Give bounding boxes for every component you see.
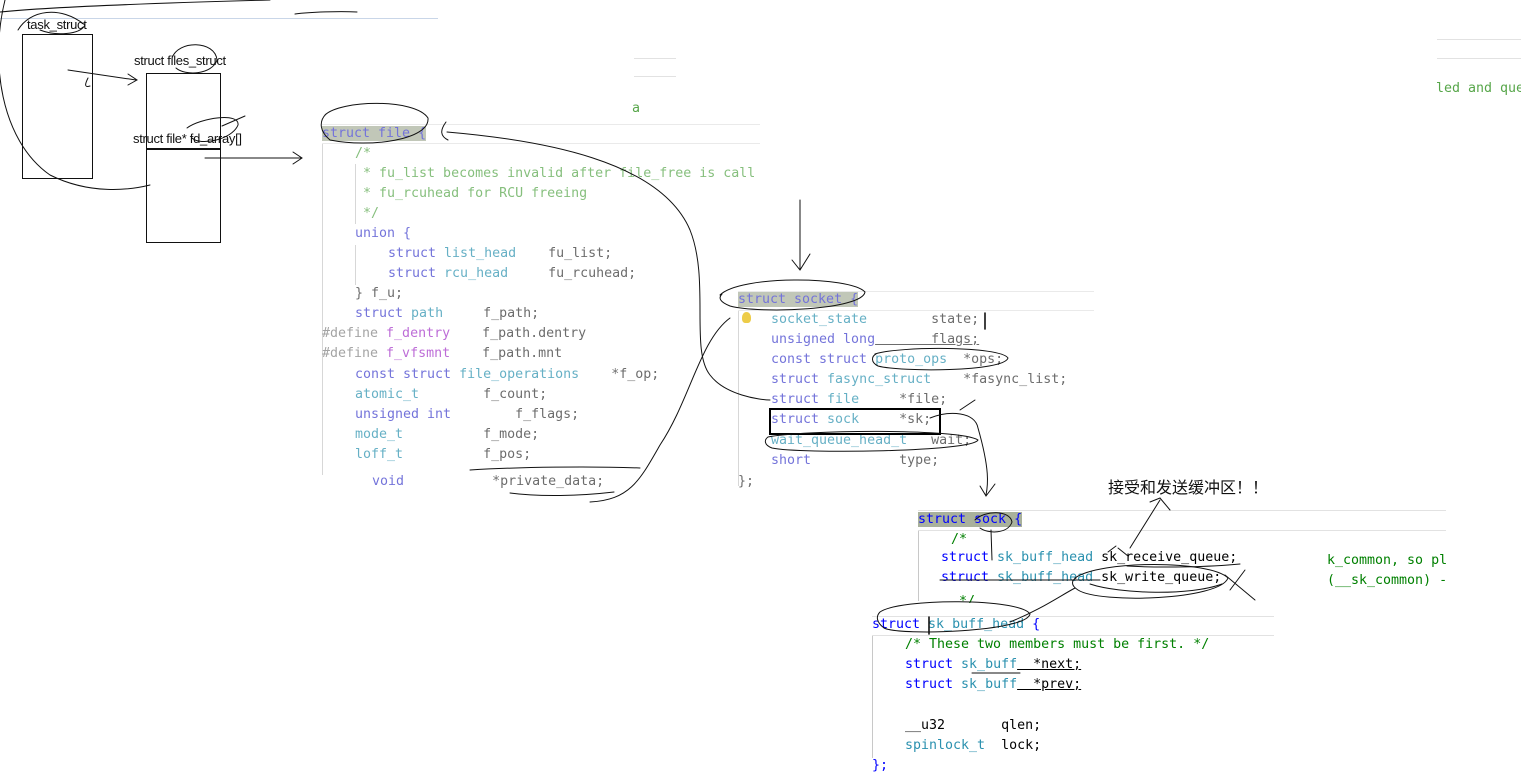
ink-ops-circle: [872, 347, 1009, 371]
ink-write-circle: [1072, 564, 1229, 599]
ink-socket-arrow: [791, 199, 811, 271]
ink-private-underline: [509, 491, 615, 497]
ink-fd-circle: [186, 117, 239, 142]
ink-skbh-circle: [876, 601, 1031, 633]
ink-private-arc: [469, 466, 641, 471]
ink-socket-circle: [719, 279, 866, 311]
ink-file-bracket: [441, 121, 449, 141]
ink-annotation-arrow: [1129, 497, 1171, 549]
ink-sock-line: [990, 529, 993, 561]
ink-files-circle: [171, 44, 218, 74]
ink-big-loop: [0, 0, 151, 190]
ink-private-curve: [589, 317, 731, 503]
ink-arrow-task-files: [67, 69, 138, 86]
ink-fd-arrow: [204, 151, 303, 165]
ink-hook: [85, 77, 91, 87]
ink-receive-ticks: [1107, 545, 1129, 557]
ink-top-scribble: [0, 0, 358, 35]
ink-sk-tick: [959, 399, 976, 411]
ink-sock-circle: [974, 512, 1013, 533]
ink-wait-circle: [764, 430, 979, 452]
ink-skbh-link: [1009, 587, 1076, 623]
ink-write-tail: [1224, 569, 1256, 601]
ink-file-circle: [320, 102, 429, 144]
ink-file-curve: [446, 131, 771, 401]
ink-write-circle-2: [1089, 583, 1223, 593]
ink-annotations: [0, 0, 1256, 674]
ink-sk-loop: [929, 412, 988, 496]
